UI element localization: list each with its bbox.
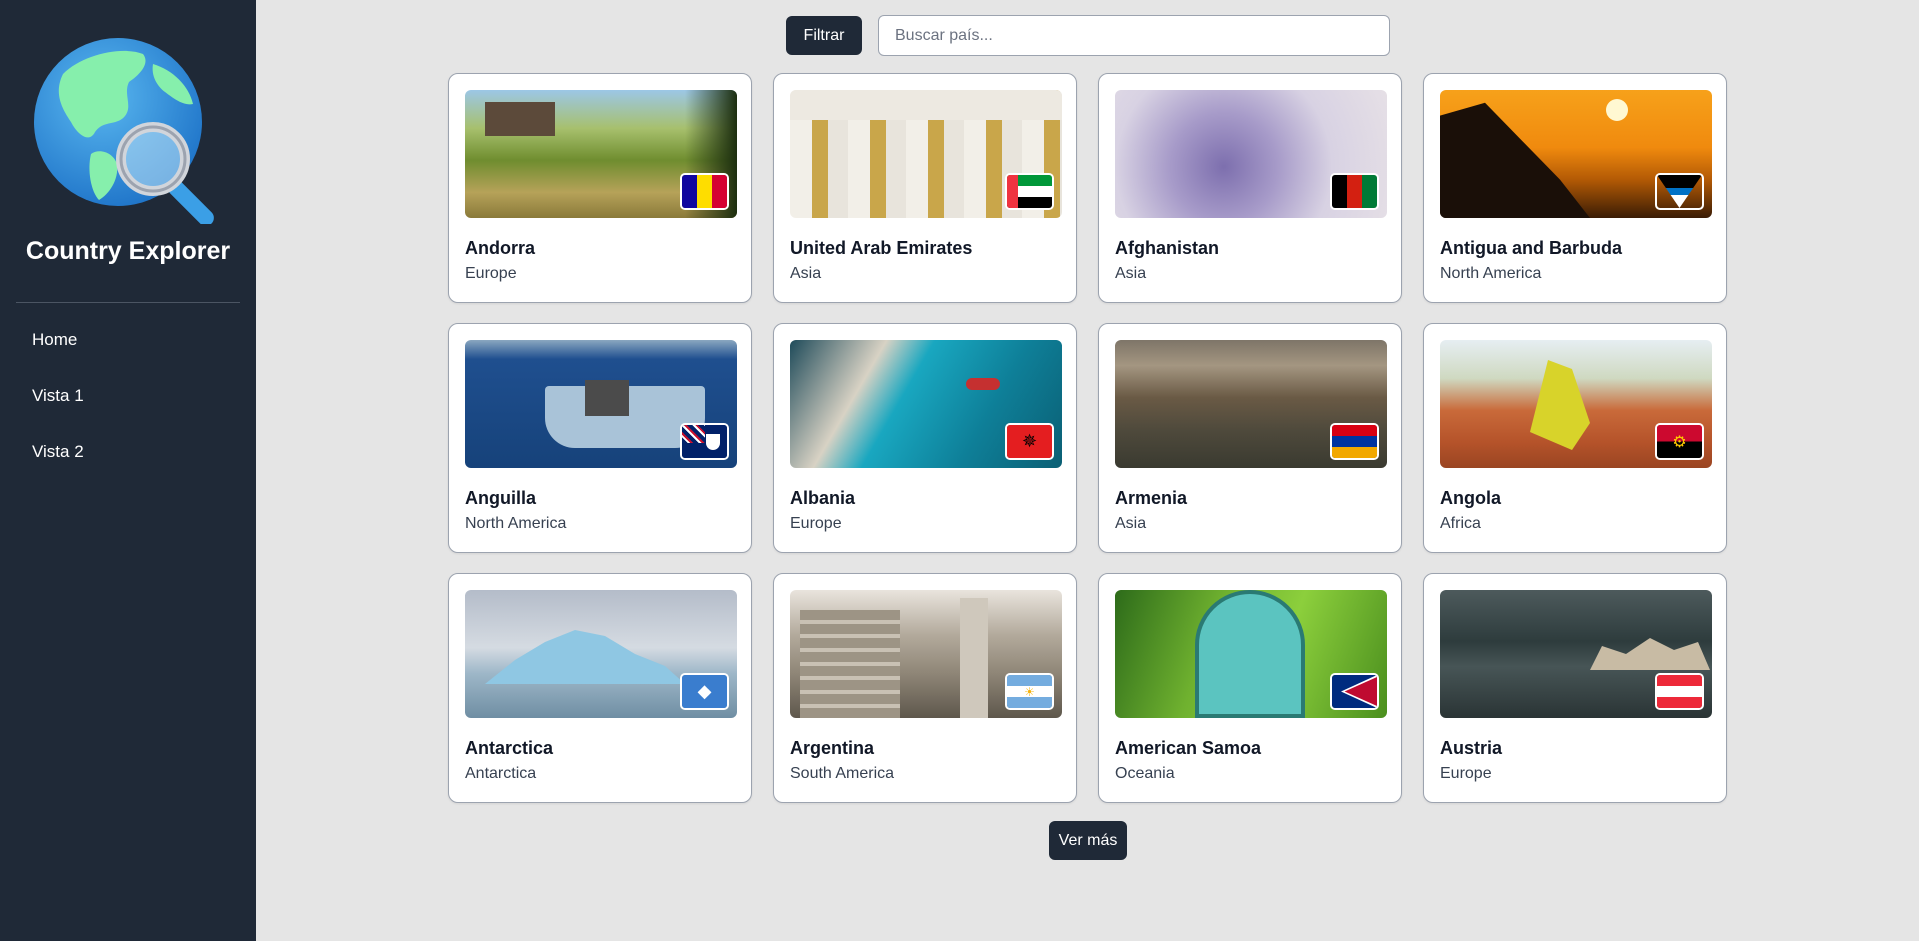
country-card[interactable]: ◆ Antarctica Antarctica xyxy=(448,573,752,803)
country-photo xyxy=(1115,90,1387,218)
country-photo xyxy=(790,90,1062,218)
country-region: Europe xyxy=(1440,765,1492,782)
country-name: Antarctica xyxy=(465,738,554,758)
country-name: Austria xyxy=(1440,738,1503,758)
country-card[interactable]: American Samoa Oceania xyxy=(1098,573,1402,803)
country-card[interactable]: Austria Europe xyxy=(1423,573,1727,803)
country-card[interactable]: Afghanistan Asia xyxy=(1098,73,1402,303)
country-region: Oceania xyxy=(1115,765,1175,782)
country-photo: ◆ xyxy=(465,590,737,718)
country-region: Europe xyxy=(465,265,517,282)
country-name: Armenia xyxy=(1115,488,1188,508)
sidebar: Country Explorer Home Vista 1 Vista 2 xyxy=(0,0,256,941)
country-name: Anguilla xyxy=(465,488,536,508)
country-region: North America xyxy=(1440,265,1542,282)
country-name: Antigua and Barbuda xyxy=(1440,238,1623,258)
country-region: Africa xyxy=(1440,515,1481,532)
flag-austria xyxy=(1655,673,1704,710)
country-card[interactable]: Armenia Asia xyxy=(1098,323,1402,553)
flag-albania: ✵ xyxy=(1005,423,1054,460)
country-photo: ✵ xyxy=(790,340,1062,468)
flag-antigua-and-barbuda xyxy=(1655,173,1704,210)
country-name: American Samoa xyxy=(1115,738,1262,758)
sidebar-item-vista-2[interactable]: Vista 2 xyxy=(32,442,84,462)
search-input[interactable] xyxy=(878,15,1390,56)
sidebar-divider xyxy=(16,302,240,303)
country-photo xyxy=(1115,590,1387,718)
country-region: Asia xyxy=(1115,265,1147,282)
load-more-button[interactable]: Ver más xyxy=(1049,821,1127,860)
country-photo xyxy=(1440,590,1712,718)
country-card[interactable]: United Arab Emirates Asia xyxy=(773,73,1077,303)
flag-argentina: ☀ xyxy=(1005,673,1054,710)
flag-anguilla xyxy=(680,423,729,460)
country-card[interactable]: ✵ Albania Europe xyxy=(773,323,1077,553)
country-name: United Arab Emirates xyxy=(790,238,973,258)
country-name: Angola xyxy=(1440,488,1501,508)
country-region: Asia xyxy=(1115,515,1147,532)
filter-button[interactable]: Filtrar xyxy=(786,16,862,55)
country-name: Andorra xyxy=(465,238,536,258)
country-card[interactable]: ☀ Argentina South America xyxy=(773,573,1077,803)
globe-magnifier-logo xyxy=(33,34,223,226)
country-photo xyxy=(1440,90,1712,218)
sidebar-item-home[interactable]: Home xyxy=(32,330,77,350)
country-card[interactable]: Antigua and Barbuda North America xyxy=(1423,73,1727,303)
country-card[interactable]: Anguilla North America xyxy=(448,323,752,553)
flag-american-samoa xyxy=(1330,673,1379,710)
country-grid: Andorra Europe United Arab Emirates Asia… xyxy=(448,73,1727,803)
app-title: Country Explorer xyxy=(25,237,231,265)
flag-afghanistan xyxy=(1330,173,1379,210)
country-region: South America xyxy=(790,765,895,782)
country-photo: ☀ xyxy=(790,590,1062,718)
country-photo xyxy=(1115,340,1387,468)
flag-andorra xyxy=(680,173,729,210)
flag-antarctica: ◆ xyxy=(680,673,729,710)
country-photo xyxy=(465,340,737,468)
country-name: Afghanistan xyxy=(1115,238,1220,258)
country-card[interactable]: Andorra Europe xyxy=(448,73,752,303)
country-photo: ⚙ xyxy=(1440,340,1712,468)
country-region: North America xyxy=(465,515,567,532)
country-region: Antarctica xyxy=(465,765,537,782)
country-name: Argentina xyxy=(790,738,875,758)
country-card[interactable]: ⚙ Angola Africa xyxy=(1423,323,1727,553)
flag-angola: ⚙ xyxy=(1655,423,1704,460)
country-name: Albania xyxy=(790,488,856,508)
country-region: Asia xyxy=(790,265,822,282)
country-region: Europe xyxy=(790,515,842,532)
country-photo xyxy=(465,90,737,218)
flag-armenia xyxy=(1330,423,1379,460)
sidebar-item-vista-1[interactable]: Vista 1 xyxy=(32,386,84,406)
flag-uae xyxy=(1005,173,1054,210)
